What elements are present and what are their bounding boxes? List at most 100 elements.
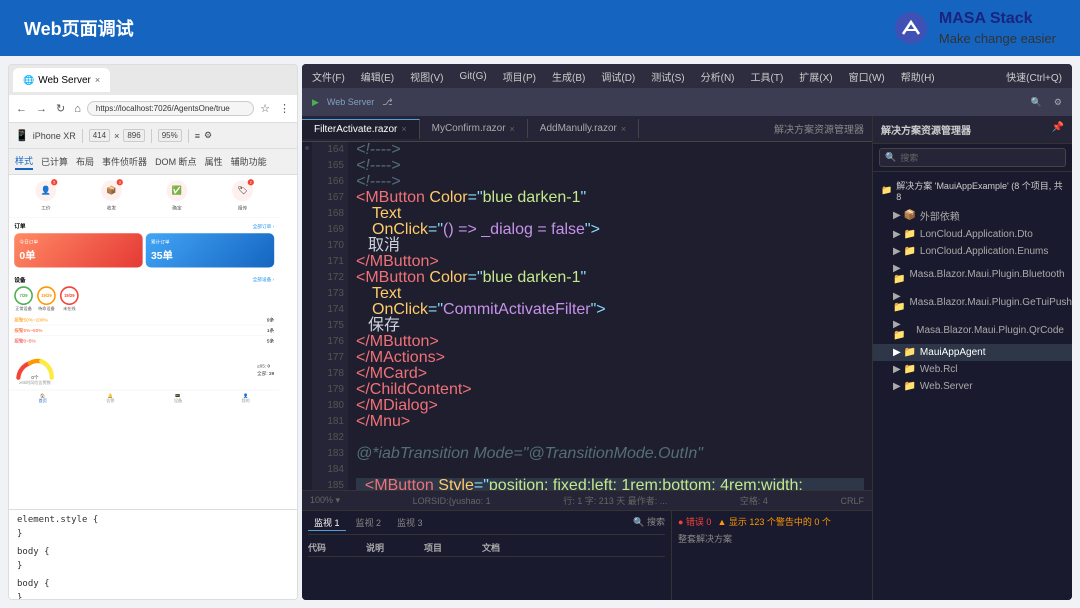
left-gutter: [302, 142, 312, 490]
menu-quick[interactable]: 快速(Ctrl+Q): [1002, 67, 1066, 86]
tab-close-addmanully[interactable]: ×: [621, 124, 626, 134]
bookmark-button[interactable]: ☆: [257, 100, 273, 117]
tab-close-icon[interactable]: ×: [95, 75, 100, 85]
watch-tab-2[interactable]: 监视 2: [350, 515, 388, 531]
search-toolbar-icon[interactable]: 🔍: [1027, 95, 1046, 110]
back-button[interactable]: ←: [13, 101, 30, 117]
menu-tools[interactable]: 工具(T): [747, 67, 788, 86]
settings-icon[interactable]: ⚙: [204, 130, 212, 141]
code-lines[interactable]: <!----> <!----> <!----> <MButton Color="…: [348, 142, 872, 490]
file-explorer: 解决方案资源管理器 📌 🔍 搜索 📁 解决方案 'MauiAppExample'…: [872, 116, 1072, 600]
devtools-tab-accessibility[interactable]: 辅助功能: [231, 155, 267, 168]
file-item-external[interactable]: ▶ 📦 外部依赖: [873, 205, 1072, 226]
alert-count-3: 5条: [267, 337, 274, 344]
browser-tab-webserver[interactable]: 🌐 Web Server ×: [13, 68, 110, 92]
file-item-qrcode[interactable]: ▶ 📁 Masa.Blazor.Maui.Plugin.QrCode: [873, 316, 1072, 344]
mobile-nav-shougong[interactable]: 📦 3 收发: [101, 180, 122, 212]
bottom-nav-home[interactable]: 🏠首页: [39, 393, 47, 403]
mobile-nav-label-gongzi: 工价: [41, 205, 50, 210]
devtools-tab-events[interactable]: 事件侦听器: [102, 155, 147, 168]
git-icon[interactable]: ⎇: [378, 95, 396, 110]
maui-agent-label: MauiAppAgent: [920, 347, 986, 358]
menu-git[interactable]: Git(G): [455, 69, 490, 84]
bottom-nav-alert[interactable]: 🔔告警: [106, 393, 114, 403]
mobile-nav-label-shougong: 收发: [107, 205, 116, 210]
tab-myconfirm-label: MyConfirm.razor: [432, 123, 506, 134]
tab-filter-activate[interactable]: FilterActivate.razor ×: [302, 119, 420, 139]
browser-nav-bar: ← → ↻ ⌂ https://localhost:7026/AgentsOne…: [9, 95, 297, 123]
menu-edit[interactable]: 编辑(E): [357, 67, 398, 86]
file-item-webrcl[interactable]: ▶ 📁 Web.Rcl: [873, 361, 1072, 378]
devtools-tab-computed[interactable]: 已计算: [41, 155, 68, 168]
devtools-tab-styles[interactable]: 样式: [15, 154, 33, 170]
logo-subtitle: Make change easier: [939, 31, 1056, 46]
file-item-enums[interactable]: ▶ 📁 LonCloud.Application.Enums: [873, 243, 1072, 260]
watch-tab-1[interactable]: 监视 1: [308, 515, 346, 531]
panel-manager-btn[interactable]: 解决方案资源管理器: [766, 117, 872, 140]
mobile-nav-zuchuan[interactable]: 🏷 2 祖传: [232, 180, 253, 212]
file-item-bluetooth[interactable]: ▶ 📁 Masa.Blazor.Maui.Plugin.Bluetooth: [873, 260, 1072, 288]
watch-search[interactable]: 🔍 搜索: [633, 515, 665, 531]
bottom-panel: 监视 1 监视 2 监视 3 🔍 搜索 代码 说明 项目 文档: [302, 510, 872, 600]
menu-window[interactable]: 窗口(W): [845, 67, 889, 86]
height-input[interactable]: 896: [123, 129, 144, 142]
url-bar[interactable]: https://localhost:7026/AgentsOne/true: [87, 101, 254, 116]
menu-view[interactable]: 视图(V): [406, 67, 447, 86]
mobile-bottom-nav: 🏠首页 🔔告警 📟设备 👤我的: [9, 390, 279, 407]
tab-close-myconfirm[interactable]: ×: [510, 124, 515, 134]
alert-rows: 报警50%~100% 9条 报警5%~50% 1条 报警0~5% 5条: [14, 315, 274, 346]
zoom-control[interactable]: 95%: [158, 129, 182, 142]
editor-panel: 文件(F) 编辑(E) 视图(V) Git(G) 项目(P) 生成(B) 调试(…: [302, 64, 1072, 600]
menu-help[interactable]: 帮助(H): [897, 67, 939, 86]
mobile-nav-queding[interactable]: ✅ 确定: [167, 180, 188, 212]
watch-tab-3[interactable]: 监视 3: [391, 515, 429, 531]
refresh-button[interactable]: ↻: [53, 100, 68, 117]
explorer-search-area: 🔍 搜索: [873, 144, 1072, 172]
alert-label-1: 报警50%~100%: [14, 316, 47, 323]
file-item-solution[interactable]: 📁 解决方案 'MauiAppExample' (8 个项目, 共 8: [873, 176, 1072, 205]
explorer-title: 解决方案资源管理器: [881, 126, 971, 137]
devtools-tab-dom[interactable]: DOM 断点: [155, 155, 197, 168]
file-item-maui-agent[interactable]: ▶ 📁 MauiAppAgent: [873, 344, 1072, 361]
device-normal-value: 7/29: [14, 286, 33, 305]
more-button[interactable]: ⋮: [276, 100, 293, 117]
tab-addmanully[interactable]: AddManully.razor ×: [528, 119, 639, 138]
device-warn-label: 待命设备: [37, 306, 56, 312]
bottom-nav-device[interactable]: 📟设备: [174, 393, 182, 403]
menu-analyze[interactable]: 分析(N): [697, 67, 739, 86]
menu-test[interactable]: 测试(S): [647, 67, 688, 86]
bottom-nav-user[interactable]: 👤我的: [241, 393, 249, 403]
device-label: iPhone XR: [33, 131, 76, 141]
tab-myconfirm[interactable]: MyConfirm.razor ×: [420, 119, 528, 138]
more-tools-icon: ≡: [195, 131, 200, 141]
file-item-getui[interactable]: ▶ 📁 Masa.Blazor.Maui.Plugin.GeTuiPushBin…: [873, 288, 1072, 316]
device-normal-label: 正常设备: [14, 306, 33, 312]
style-line-5: body {: [17, 577, 289, 591]
file-item-dto[interactable]: ▶ 📁 LonCloud.Application.Dto: [873, 226, 1072, 243]
explorer-pin-btn[interactable]: 📌: [1052, 122, 1064, 133]
menu-project[interactable]: 项目(P): [499, 67, 540, 86]
menu-file[interactable]: 文件(F): [308, 67, 349, 86]
mobile-nav-icons: 👤 5 工价 📦 3 收发 ✅: [9, 175, 279, 218]
devtools-tab-layout[interactable]: 布局: [76, 155, 94, 168]
menu-build[interactable]: 生成(B): [548, 67, 589, 86]
mobile-nav-gongzi[interactable]: 👤 5 工价: [36, 180, 57, 212]
mobile-order-section: 订单 全部订单 › 今日订单 0单 累计订单 35单: [9, 218, 279, 272]
menu-ext[interactable]: 扩展(X): [795, 67, 836, 86]
explorer-search-placeholder[interactable]: 搜索: [900, 151, 918, 164]
forward-button[interactable]: →: [33, 101, 50, 117]
gauge-section: 0个 ≥65时风险告警数 ≥65: 0 全部: 29: [9, 350, 279, 390]
menu-debug[interactable]: 调试(D): [597, 67, 639, 86]
style-line-6: }: [17, 591, 289, 599]
enums-label: LonCloud.Application.Enums: [920, 246, 1048, 257]
device-all-link[interactable]: 全部设备 ›: [253, 276, 275, 284]
settings-toolbar-btn[interactable]: ⚙: [1050, 95, 1066, 110]
order-all-link[interactable]: 全部订单 ›: [253, 223, 275, 230]
home-button[interactable]: ⌂: [71, 101, 84, 117]
device-icon: 📱: [15, 129, 29, 142]
width-input[interactable]: 414: [89, 129, 110, 142]
debug-play-btn[interactable]: ▶: [308, 95, 323, 110]
file-item-webserver[interactable]: ▶ 📁 Web.Server: [873, 378, 1072, 395]
tab-close-filter[interactable]: ×: [401, 124, 406, 134]
devtools-tab-props[interactable]: 属性: [205, 155, 223, 168]
